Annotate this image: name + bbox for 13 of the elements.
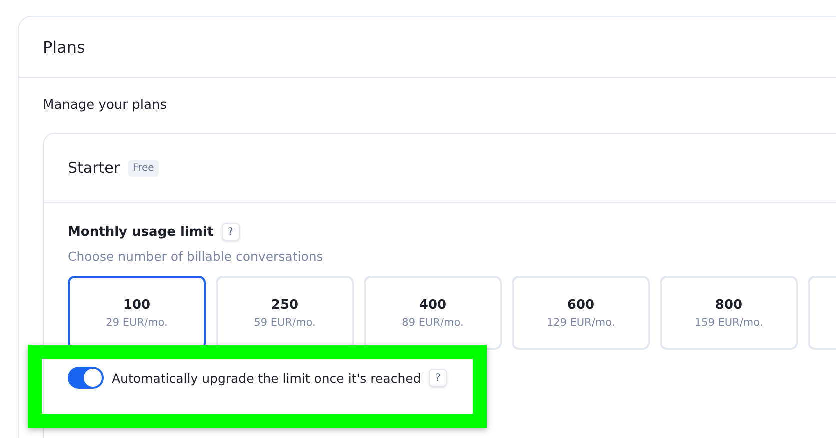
section-label: Monthly usage limit: [68, 224, 214, 240]
panel-title: Plans: [43, 38, 86, 56]
toggle-label: Automatically upgrade the limit once it's reached: [112, 370, 422, 386]
plan-name: Starter: [68, 159, 120, 177]
limit-option[interactable]: 800 159 EUR/mo.: [660, 276, 798, 350]
limit-option[interactable]: 600 129 EUR/mo.: [512, 276, 650, 350]
help-button[interactable]: ?: [429, 369, 448, 387]
plan-badge: Free: [128, 160, 160, 176]
subtitle: Manage your plans: [43, 98, 168, 113]
section-description: Choose number of billable conversations: [68, 249, 324, 264]
help-button[interactable]: ?: [222, 223, 240, 241]
limit-option[interactable]: 400 89 EUR/mo.: [364, 276, 502, 350]
toggle-switch[interactable]: [68, 367, 104, 389]
